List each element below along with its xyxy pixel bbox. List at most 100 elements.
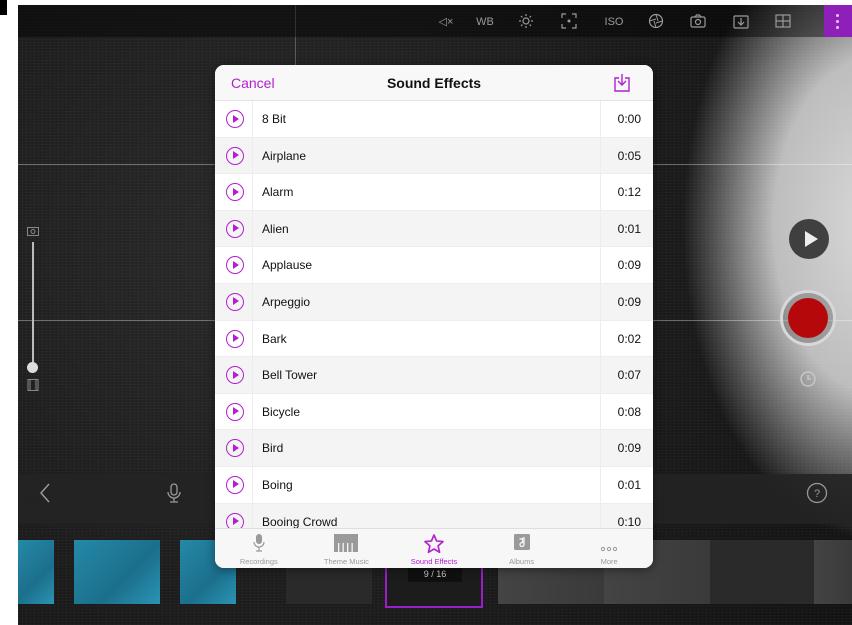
sound-effect-row[interactable]: Bird 0:09 (215, 430, 653, 467)
tab-label: Recordings (239, 557, 278, 566)
play-preview-icon[interactable] (226, 439, 244, 458)
aperture-icon[interactable] (648, 13, 668, 31)
play-preview-icon[interactable] (226, 366, 244, 385)
play-preview-icon[interactable] (226, 402, 244, 421)
play-preview-icon[interactable] (226, 512, 244, 528)
sound-effect-name: Applause (262, 258, 313, 273)
play-preview-icon[interactable] (226, 329, 244, 348)
sound-effect-row[interactable]: Bicycle 0:08 (215, 393, 653, 431)
sound-effect-duration: 0:01 (617, 221, 641, 236)
play-preview-icon[interactable] (226, 146, 244, 165)
tab-label: Albums (509, 557, 535, 566)
divider (600, 393, 601, 430)
timer-icon[interactable] (799, 370, 817, 393)
music-note-icon (513, 533, 531, 556)
divider (252, 357, 253, 393)
sound-effect-name: 8 Bit (262, 112, 287, 126)
piano-icon (333, 533, 359, 558)
tab-more[interactable]: More (565, 529, 653, 568)
sound-effect-row[interactable]: Bark 0:02 (215, 320, 653, 358)
divider (252, 210, 253, 247)
divider (600, 137, 601, 174)
sound-effect-duration: 0:02 (617, 331, 641, 346)
play-button[interactable] (789, 219, 829, 259)
clip-counter: 9 / 16 (408, 566, 462, 582)
divider (600, 503, 601, 528)
sound-effect-row[interactable]: Arpeggio 0:09 (215, 283, 653, 321)
divider (600, 466, 601, 503)
sound-effect-duration: 0:09 (617, 294, 641, 309)
focus-icon[interactable] (561, 13, 581, 31)
sound-effects-modal: Cancel Sound Effects 8 Bit 0:00 Airplane 0:… (215, 65, 653, 568)
play-preview-icon[interactable] (226, 183, 244, 202)
play-preview-icon[interactable] (226, 110, 244, 128)
sound-effect-row[interactable]: Bell Tower 0:07 (215, 357, 653, 394)
timeline-clip[interactable] (710, 540, 814, 604)
play-preview-icon[interactable] (226, 256, 244, 275)
sound-effect-row[interactable]: Airplane 0:05 (215, 137, 653, 175)
chevron-left-icon[interactable] (38, 482, 52, 509)
divider (252, 393, 253, 430)
sound-effect-row[interactable]: 8 Bit 0:00 (215, 101, 653, 138)
tab-albums[interactable]: Albums (478, 529, 566, 568)
tab-theme-music[interactable]: Theme Music (303, 529, 391, 568)
more-dots-icon (600, 539, 618, 557)
divider (600, 101, 601, 137)
mute-icon[interactable]: ◁× (432, 13, 460, 31)
tab-label: More (600, 557, 618, 566)
divider (252, 137, 253, 174)
grid-icon[interactable] (775, 13, 795, 31)
divider (600, 283, 601, 320)
play-preview-icon[interactable] (226, 475, 244, 494)
timeline-clip[interactable] (18, 540, 54, 604)
timeline-clip[interactable] (74, 540, 160, 604)
tab-bar: Recordings Theme Music Sound Effects Alb… (215, 528, 653, 568)
sound-effect-name: Bicycle (262, 404, 301, 419)
sound-effect-row[interactable]: Alien 0:01 (215, 210, 653, 248)
sound-effect-row[interactable]: Boing 0:01 (215, 466, 653, 504)
help-icon[interactable]: ? (806, 482, 828, 509)
sound-effect-name: Boing (262, 477, 293, 492)
divider (600, 174, 601, 210)
sound-effect-name: Alarm (262, 185, 294, 200)
sound-effect-duration: 0:00 (617, 112, 641, 126)
divider (252, 174, 253, 210)
zoom-slider-track[interactable] (32, 242, 34, 367)
timeline-clip[interactable] (814, 540, 852, 604)
sound-effect-name: Airplane (262, 148, 307, 163)
sound-effect-duration: 0:12 (617, 185, 641, 200)
record-button[interactable] (780, 290, 836, 346)
flip-camera-icon[interactable] (690, 13, 710, 31)
sound-effect-duration: 0:09 (617, 258, 641, 273)
camera-toolbar: ◁× WB ISO (18, 5, 852, 37)
sound-effect-duration: 0:09 (617, 441, 641, 456)
divider (252, 247, 253, 283)
sound-effect-duration: 0:01 (617, 477, 641, 492)
tab-sound-effects[interactable]: Sound Effects (390, 529, 478, 568)
microphone-icon (253, 533, 265, 558)
iso-button[interactable]: ISO (602, 13, 626, 31)
svg-text:?: ? (814, 488, 820, 500)
more-vertical-icon[interactable] (824, 5, 852, 37)
camera-small-icon (27, 223, 39, 241)
divider (252, 101, 253, 137)
sound-effects-list: 8 Bit 0:00 Airplane 0:05 Alarm 0:12 Alien 0:01 A… (215, 101, 653, 528)
white-balance-button[interactable]: WB (474, 13, 496, 31)
sound-effect-duration: 0:05 (617, 148, 641, 163)
download-icon[interactable] (613, 73, 631, 98)
tab-recordings[interactable]: Recordings (215, 529, 303, 568)
sound-effect-row[interactable]: Booing Crowd 0:10 (215, 503, 653, 528)
corner-mark (0, 0, 7, 15)
play-preview-icon[interactable] (226, 219, 244, 238)
play-preview-icon[interactable] (226, 292, 244, 311)
microphone-icon[interactable] (166, 482, 182, 509)
save-icon[interactable] (733, 13, 753, 31)
exposure-icon[interactable] (518, 13, 538, 31)
film-icon (27, 378, 39, 396)
sound-effect-name: Alien (262, 221, 289, 236)
sound-effect-row[interactable]: Alarm 0:12 (215, 174, 653, 211)
divider (600, 210, 601, 247)
sound-effect-row[interactable]: Applause 0:09 (215, 247, 653, 284)
zoom-slider-knob[interactable] (27, 362, 38, 373)
divider (600, 320, 601, 357)
